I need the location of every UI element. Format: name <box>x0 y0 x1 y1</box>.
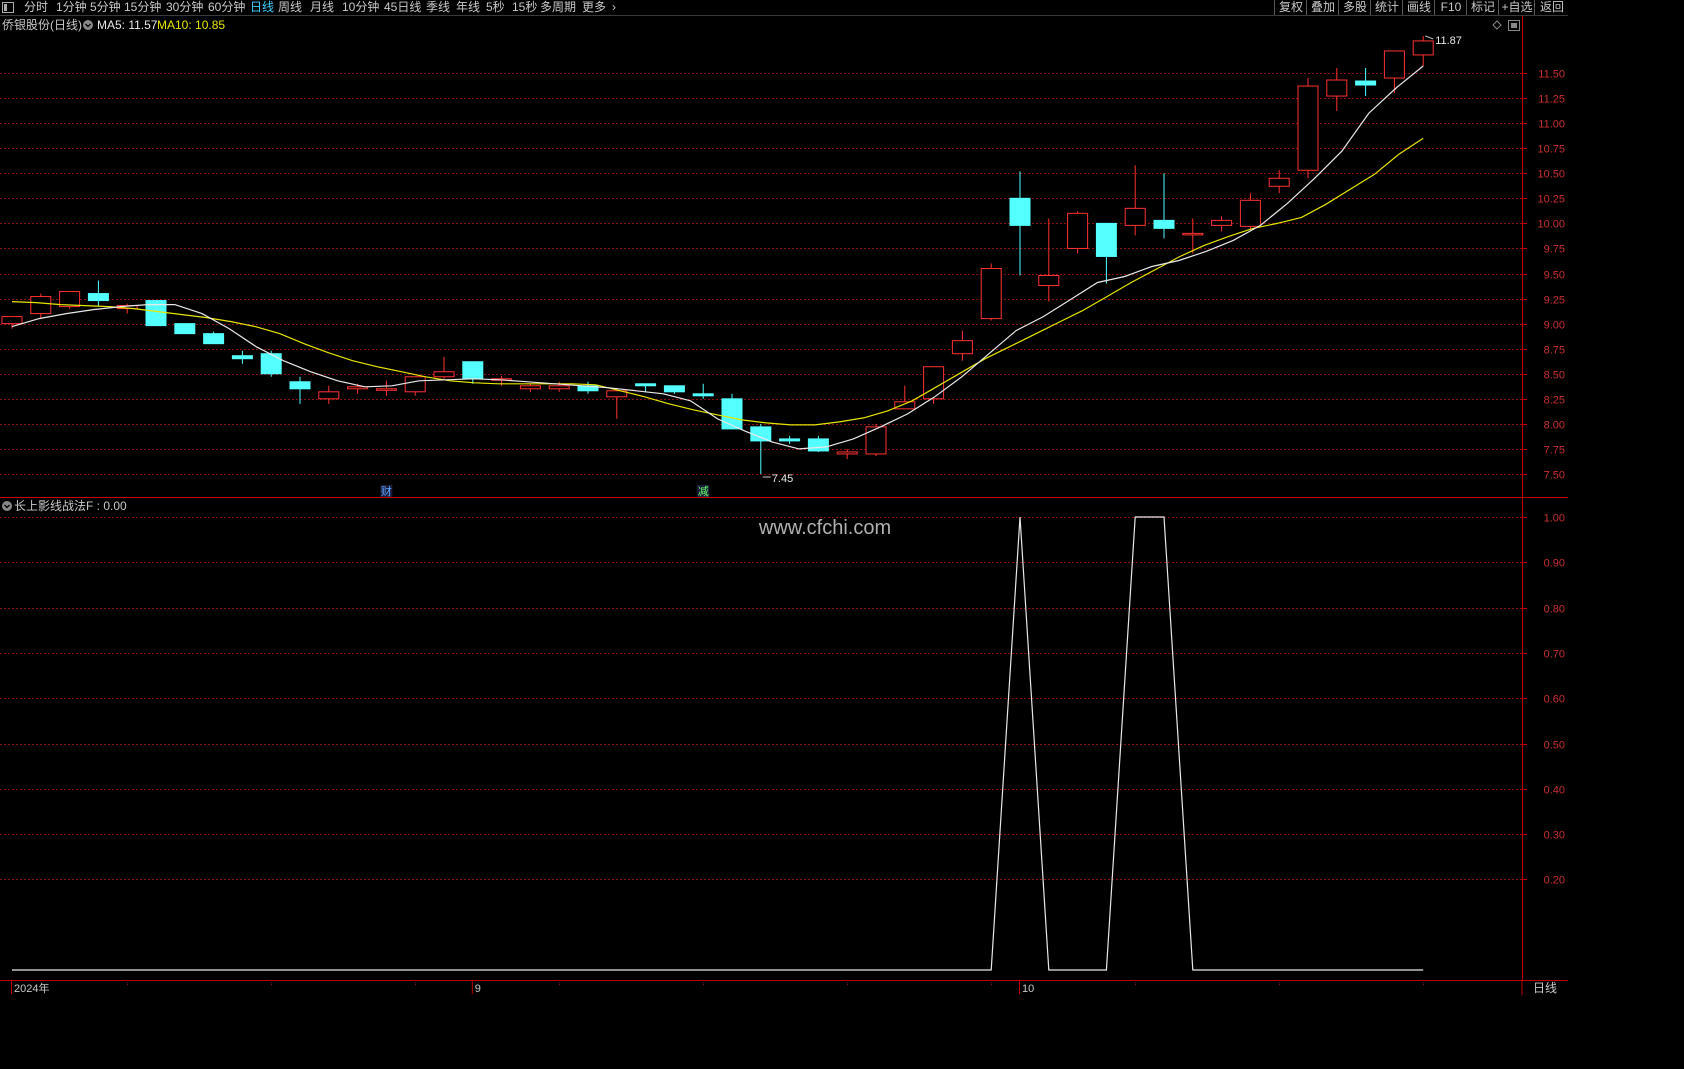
y-tick-label: 8.75 <box>1544 345 1565 357</box>
event-marker[interactable]: 减 <box>698 485 709 498</box>
indicator-title[interactable]: 长上影线战法F : 0.00 <box>14 499 127 513</box>
candle <box>1326 67 1348 112</box>
y-tick-label: 8.50 <box>1544 370 1565 382</box>
high-price-label: 11.87 <box>1435 35 1462 47</box>
indicator-collapse-icon[interactable] <box>2 501 12 511</box>
candle <box>1009 171 1031 276</box>
y-tick-label: 7.75 <box>1544 445 1565 457</box>
candle <box>923 366 945 404</box>
y-tick-label: 9.00 <box>1544 320 1565 332</box>
y-tick-label: 7.50 <box>1544 470 1565 482</box>
x-axis-label: 10 <box>1022 983 1034 995</box>
stock-title[interactable]: 侨银股份(日线) <box>2 18 82 32</box>
y-tick-label: 1.00 <box>1544 513 1565 525</box>
window-restore-icon[interactable] <box>1508 20 1520 31</box>
candle <box>894 385 916 410</box>
period-indicator: 日线 <box>1533 981 1557 995</box>
y-tick-label: 9.25 <box>1544 295 1565 307</box>
candle <box>1067 211 1089 254</box>
candle <box>1297 78 1319 179</box>
indicator-line <box>12 516 1424 971</box>
candle <box>462 361 484 384</box>
candle <box>980 263 1002 321</box>
y-tick-label: 0.80 <box>1544 604 1565 616</box>
candle <box>231 350 253 364</box>
candle <box>692 383 714 399</box>
candle <box>1153 173 1175 239</box>
y-tick-label: 0.50 <box>1544 740 1565 752</box>
y-tick-label: 0.30 <box>1544 830 1565 842</box>
x-axis-label: 2024年 <box>14 981 49 995</box>
candle <box>203 331 225 345</box>
y-tick-label: 11.00 <box>1538 119 1565 131</box>
candle <box>1 316 23 329</box>
candle <box>1383 50 1405 94</box>
y-tick-label: 10.00 <box>1537 219 1565 231</box>
candle <box>807 435 829 452</box>
candle <box>404 376 426 396</box>
y-tick-label: 10.50 <box>1537 169 1565 181</box>
x-axis-label: 9 <box>475 983 481 995</box>
candle <box>1124 165 1146 236</box>
candle <box>433 356 455 379</box>
y-tick-label: 9.75 <box>1544 244 1565 256</box>
y-tick-label: 11.25 <box>1538 94 1565 106</box>
candle <box>1211 216 1233 232</box>
candle <box>750 423 772 474</box>
x-axis-labels: 2024年 9 10 <box>11 980 1034 995</box>
candle <box>375 380 397 396</box>
y-tick-label: 11.50 <box>1538 69 1565 81</box>
candle <box>1355 67 1377 97</box>
candle <box>1038 218 1060 302</box>
y-tick-label: 0.40 <box>1544 785 1565 797</box>
y-tick-label: 8.25 <box>1544 395 1565 407</box>
high-arrow-icon <box>1425 35 1434 40</box>
candlestick-series <box>1 35 1434 474</box>
candle <box>1412 35 1434 66</box>
candle <box>951 330 973 361</box>
candle <box>87 280 109 307</box>
y-tick-label: 9.50 <box>1544 270 1565 282</box>
y-tick-label: 10.25 <box>1537 194 1565 206</box>
watermark: www.cfchi.com <box>758 517 891 539</box>
ma10-line <box>11 137 1424 426</box>
diamond-icon[interactable] <box>1492 20 1502 30</box>
collapse-icon[interactable] <box>83 20 93 30</box>
kline-chart-area: 7.50 7.75 8.00 8.25 8.50 8.75 9.00 9.25 9.50 9.75… <box>0 16 1568 995</box>
candle <box>519 383 541 392</box>
y-tick-label: 0.90 <box>1544 558 1565 570</box>
candle <box>721 393 743 430</box>
candle <box>30 293 52 319</box>
candle <box>663 385 685 394</box>
y-tick-label: 10.75 <box>1537 144 1565 156</box>
sub-grid <box>0 517 1522 985</box>
low-price-label: 7.45 <box>772 473 793 485</box>
candle <box>779 435 801 444</box>
y-tick-label: 0.20 <box>1544 875 1565 887</box>
ma5-legend: MA5: 11.57 <box>97 18 158 32</box>
y-tick-label: 0.70 <box>1544 649 1565 661</box>
y-tick-label: 0.60 <box>1544 694 1565 706</box>
candle <box>318 385 340 404</box>
main-y-axis-ticks: 7.50 7.75 8.00 8.25 8.50 8.75 9.00 9.25 9.50 9.75… <box>1522 69 1565 482</box>
main-grid <box>0 73 1522 475</box>
candle <box>577 381 599 394</box>
sub-y-axis-ticks: 0.20 0.30 0.40 0.50 0.60 0.70 0.80 0.90 1.00 <box>1522 513 1565 887</box>
ma10-legend: MA10: 10.85 <box>157 18 225 32</box>
y-tick-label: 8.00 <box>1544 420 1565 432</box>
candle <box>836 448 858 459</box>
event-marker[interactable]: 财 <box>381 484 392 498</box>
candle <box>174 323 196 335</box>
candle <box>59 291 81 309</box>
candle <box>606 390 628 419</box>
